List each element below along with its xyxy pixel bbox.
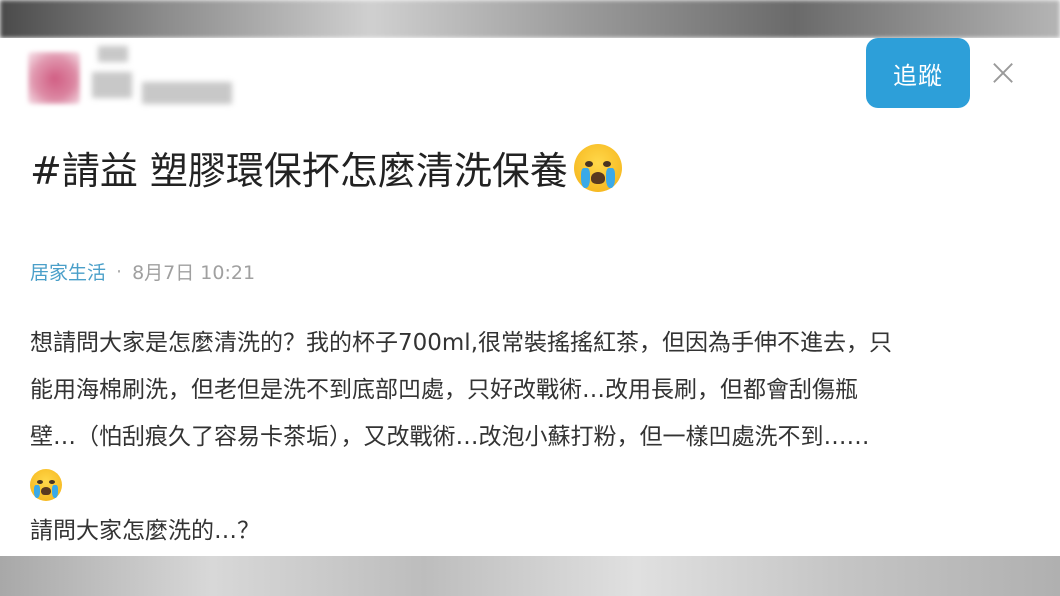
body-line: 壁…（怕刮痕久了容易卡茶垢），又改戰術…改泡小蘇打粉，但一樣凹處洗不到…… [30, 424, 870, 450]
blurred-background-bottom [0, 556, 1060, 596]
body-emoji-line [30, 461, 1030, 508]
crying-face-icon [573, 143, 622, 192]
post-title: #請益 塑膠環保抔怎麼清洗保養 [30, 149, 568, 193]
category-link[interactable]: 居家生活 [30, 258, 106, 285]
post-date: 8月7日 10:21 [132, 262, 256, 284]
author-name-blurred [92, 40, 242, 110]
body-line: 想請問大家是怎麼清洗的？我的杯子700ml,很常裝搖搖紅茶，但因為手伸不進去，只 [30, 330, 893, 356]
post-body: 想請問大家是怎麼清洗的？我的杯子700ml,很常裝搖搖紅茶，但因為手伸不進去，只… [30, 320, 1030, 555]
body-line: 能用海棉刷洗，但老但是洗不到底部凹處，只好改戰術…改用長刷，但都會刮傷瓶 [30, 377, 858, 403]
follow-button[interactable]: 追蹤 [866, 38, 970, 108]
crying-face-icon [30, 468, 62, 501]
blurred-background-top [0, 0, 1060, 38]
body-line: 請問大家怎麼洗的…？ [30, 518, 260, 544]
avatar[interactable] [28, 52, 80, 104]
close-icon[interactable]: × [987, 50, 1019, 94]
post-title-row: #請益 塑膠環保抔怎麼清洗保養 [30, 140, 1030, 195]
post-meta: 居家生活 · 8月7日 10:21 [30, 258, 255, 285]
meta-separator: · [116, 260, 123, 283]
